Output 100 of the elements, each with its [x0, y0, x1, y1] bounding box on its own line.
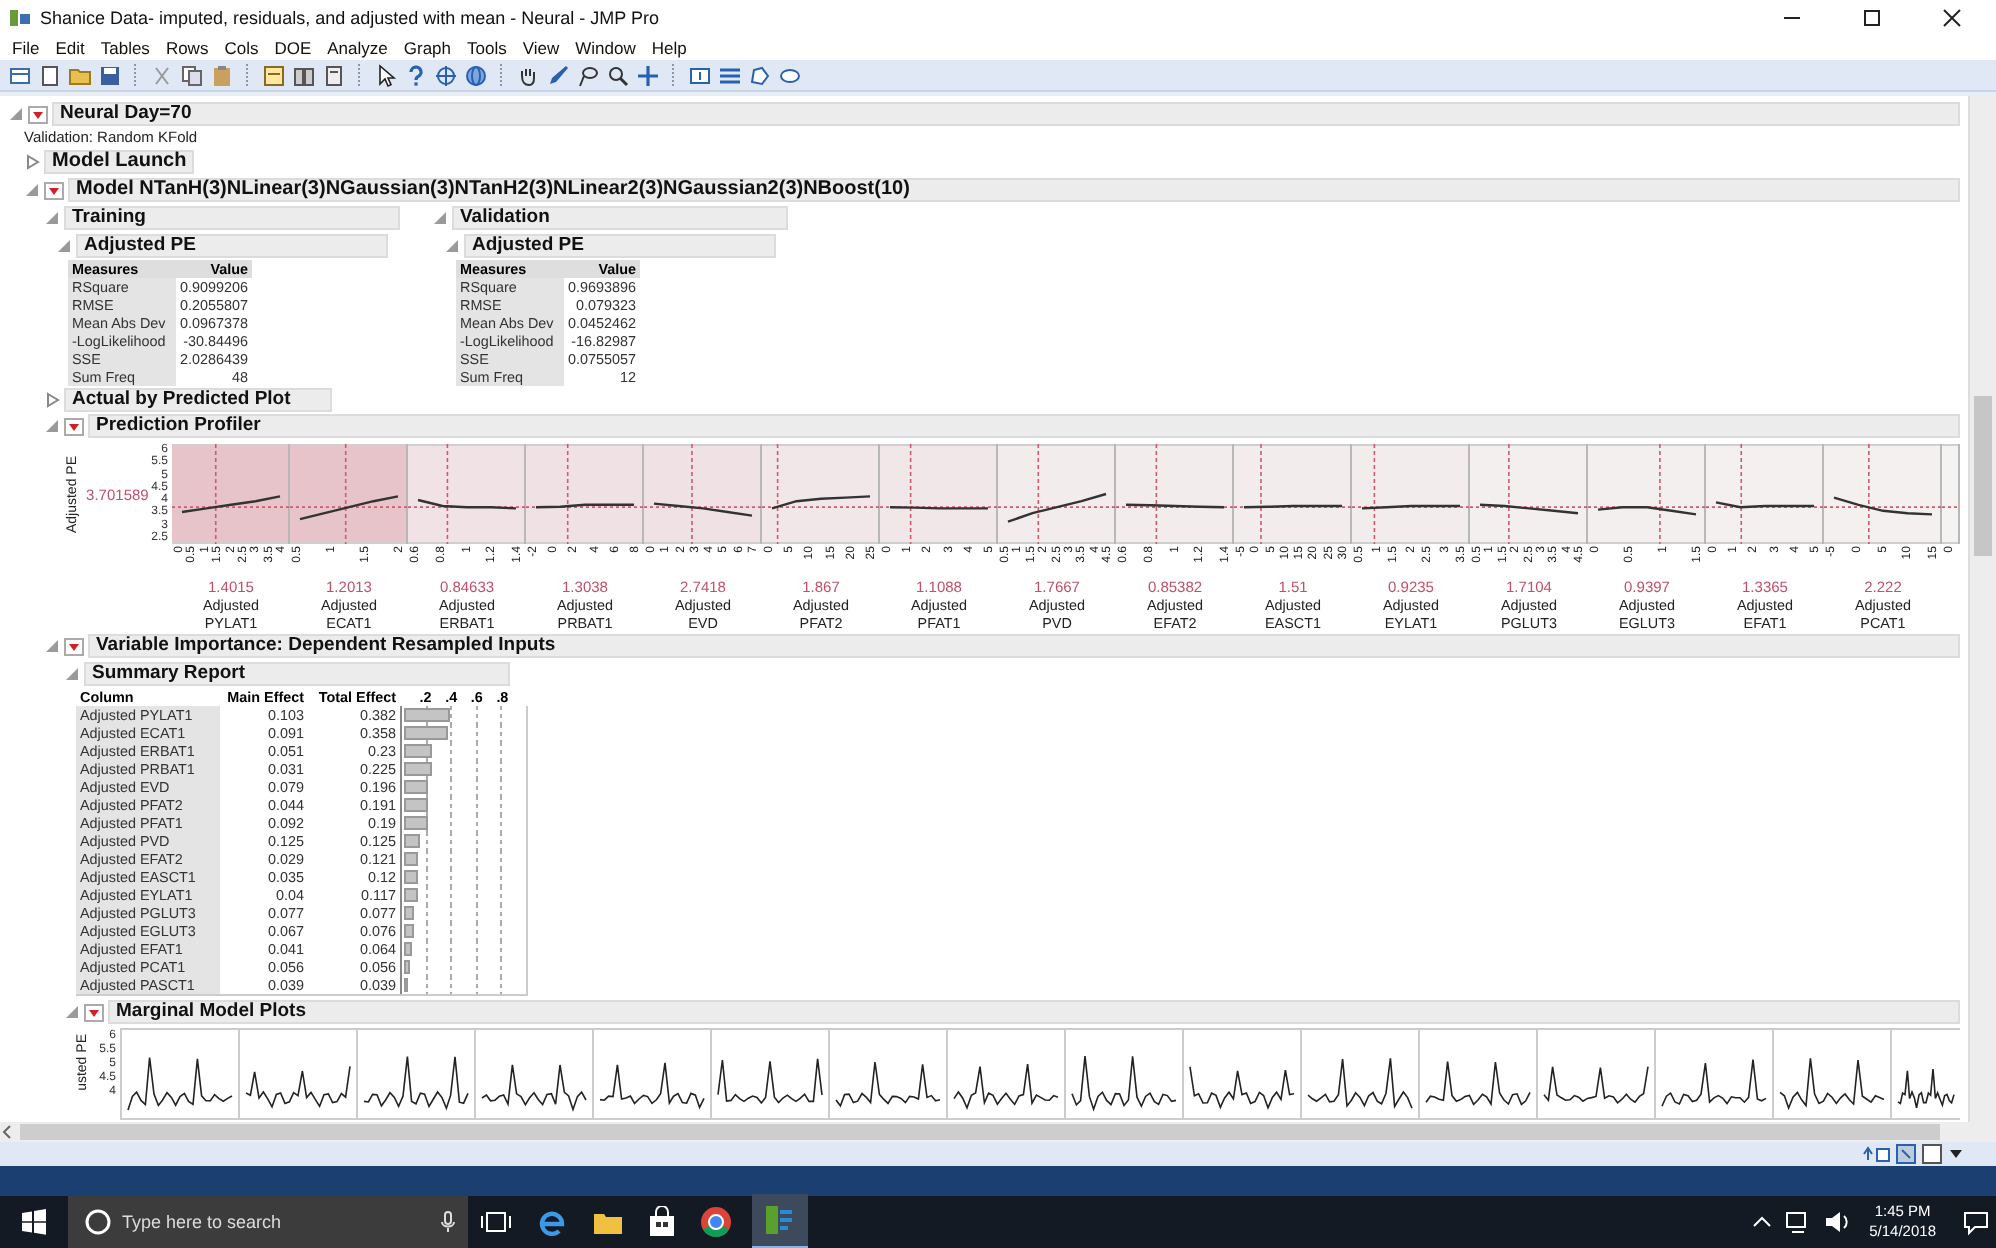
outline-title[interactable]: Adjusted PE	[76, 234, 388, 258]
caret-icon[interactable]	[1751, 1214, 1772, 1230]
current-setting-line[interactable]	[1037, 444, 1040, 544]
current-setting-line[interactable]	[214, 444, 217, 544]
text-icon[interactable]	[688, 63, 712, 87]
clipboard-icon[interactable]	[210, 63, 234, 87]
menu-item[interactable]: DOE	[274, 38, 312, 58]
dropdown-menu-icon[interactable]	[28, 105, 48, 123]
disclosure-triangle-icon[interactable]	[56, 238, 72, 254]
disclosure-triangle-icon[interactable]	[432, 210, 448, 226]
dropdown-menu-icon[interactable]	[84, 1003, 104, 1021]
menu-item[interactable]: Edit	[55, 38, 85, 58]
outline-title[interactable]: Actual by Predicted Plot	[64, 388, 332, 412]
page-icon[interactable]	[322, 63, 346, 87]
menu-item[interactable]: Rows	[165, 38, 209, 58]
search-field[interactable]: Type here to search	[122, 1212, 430, 1232]
vertical-scrollbar[interactable]	[1968, 96, 1996, 1122]
table-icon[interactable]	[8, 63, 32, 87]
menu-item[interactable]: Cols	[224, 38, 259, 58]
current-setting-line[interactable]	[691, 444, 693, 544]
crosshair-icon[interactable]	[434, 63, 458, 87]
outline-title[interactable]: Neural Day=70	[52, 102, 1960, 126]
disclosure-triangle-icon[interactable]	[44, 210, 60, 226]
outline-title[interactable]: Summary Report	[84, 662, 510, 686]
search-bar[interactable]: Type here to search	[68, 1196, 468, 1248]
current-setting-line[interactable]	[1508, 444, 1510, 544]
close-icon[interactable]	[1940, 6, 1964, 30]
disclosure-triangle-icon[interactable]	[64, 1004, 80, 1020]
current-setting-line[interactable]	[1260, 444, 1262, 544]
horizontal-scrollbar[interactable]	[0, 1122, 1996, 1142]
current-setting-line[interactable]	[344, 444, 347, 544]
disclosure-triangle-icon[interactable]	[444, 238, 460, 254]
microphone-icon[interactable]	[440, 1210, 456, 1234]
shopping-bag-icon[interactable]	[648, 1206, 676, 1238]
scrollbar-thumb[interactable]	[1974, 396, 1992, 556]
menu-item[interactable]: Window	[575, 38, 636, 58]
dropdown-menu-icon[interactable]	[64, 417, 84, 435]
dropdown-menu-icon[interactable]	[64, 637, 84, 655]
disclosure-triangle-icon[interactable]	[24, 182, 40, 198]
brush-icon[interactable]	[546, 63, 570, 87]
current-setting-line[interactable]	[446, 444, 449, 544]
current-setting-line[interactable]	[1373, 444, 1376, 544]
disclosure-triangle-icon[interactable]	[44, 638, 60, 654]
select-icon[interactable]	[1896, 1144, 1916, 1164]
outline-title[interactable]: Training	[64, 206, 400, 230]
current-setting-line[interactable]	[1740, 444, 1743, 544]
disclosure-triangle-icon[interactable]	[64, 666, 80, 682]
arrow-pointer-icon[interactable]	[374, 63, 398, 87]
scroll-left-icon[interactable]	[0, 1124, 16, 1140]
current-setting-line[interactable]	[1155, 444, 1158, 544]
menu-item[interactable]: File	[12, 38, 40, 58]
notification-icon[interactable]	[1962, 1208, 1990, 1236]
report-icon[interactable]	[262, 63, 286, 87]
lasso-icon[interactable]	[576, 63, 600, 87]
outline-title[interactable]: Marginal Model Plots	[108, 1000, 1960, 1024]
current-setting-line[interactable]	[1868, 444, 1870, 544]
disclosure-triangle-icon[interactable]	[44, 418, 60, 434]
copy-icon[interactable]	[180, 63, 204, 87]
menu-item[interactable]: Help	[651, 38, 687, 58]
windows-icon[interactable]	[20, 1208, 48, 1236]
disclosure-triangle-icon[interactable]	[8, 106, 24, 122]
task-view-icon[interactable]	[480, 1208, 512, 1236]
maximize-icon[interactable]	[1860, 6, 1884, 30]
hand-icon[interactable]	[516, 63, 540, 87]
current-setting-line[interactable]	[909, 444, 912, 544]
scrollbar-thumb[interactable]	[20, 1124, 1940, 1140]
book-icon[interactable]	[292, 63, 316, 87]
disclosure-triangle-icon[interactable]	[24, 154, 40, 170]
folder-icon[interactable]	[592, 1208, 624, 1236]
save-icon[interactable]	[98, 63, 122, 87]
menu-item[interactable]: Graph	[403, 38, 452, 58]
up-arrow-table-icon[interactable]	[1862, 1144, 1890, 1164]
chart-app-icon[interactable]	[752, 1194, 808, 1248]
ellipse-icon[interactable]	[778, 63, 802, 87]
circle-app-icon[interactable]	[700, 1206, 732, 1238]
outline-title[interactable]: Adjusted PE	[464, 234, 776, 258]
question-icon[interactable]	[404, 63, 428, 87]
current-setting-line[interactable]	[566, 444, 569, 544]
browser-icon[interactable]	[536, 1206, 568, 1238]
outline-title[interactable]: Model NTanH(3)NLinear(3)NGaussian(3)NTanH2(3)NLinear2(3)NGaussian2(3)NBoost(10)	[68, 178, 1960, 202]
plus-icon[interactable]	[636, 63, 660, 87]
globe-icon[interactable]	[464, 63, 488, 87]
current-setting-line[interactable]	[776, 444, 779, 544]
network-icon[interactable]	[1783, 1210, 1812, 1234]
outline-title[interactable]: Variable Importance: Dependent Resampled Inputs	[88, 634, 1960, 658]
square-icon[interactable]	[1922, 1144, 1942, 1164]
magnifier-icon[interactable]	[606, 63, 630, 87]
menu-item[interactable]: View	[522, 38, 560, 58]
menu-item[interactable]: Tools	[467, 38, 507, 58]
outline-title[interactable]: Prediction Profiler	[88, 414, 1960, 438]
dropdown-menu-icon[interactable]	[44, 181, 64, 199]
disclosure-triangle-icon[interactable]	[44, 392, 60, 408]
outline-title[interactable]: Model Launch	[44, 150, 195, 174]
outline-title[interactable]: Validation	[452, 206, 788, 230]
speaker-icon[interactable]	[1823, 1210, 1852, 1234]
menu-item[interactable]: Tables	[100, 38, 150, 58]
menu-item[interactable]: Analyze	[327, 38, 388, 58]
polygon-icon[interactable]	[748, 63, 772, 87]
lines-icon[interactable]	[718, 63, 742, 87]
current-setting-line[interactable]	[1659, 444, 1661, 544]
